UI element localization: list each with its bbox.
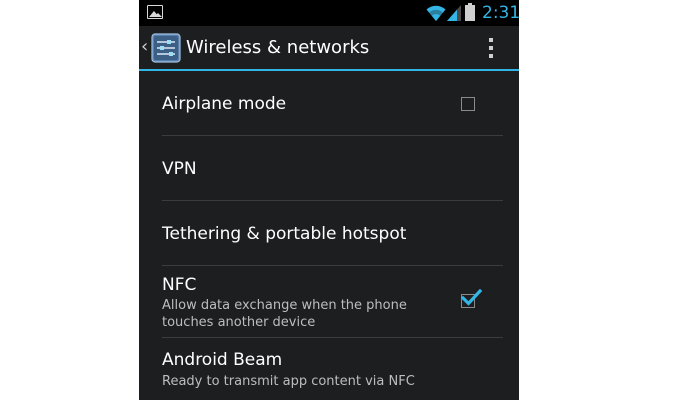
setting-title: NFC (162, 275, 197, 295)
airplane-mode-checkbox[interactable] (461, 97, 475, 111)
setting-tethering-hotspot[interactable]: Tethering & portable hotspot (162, 201, 503, 266)
setting-title: Tethering & portable hotspot (162, 224, 407, 244)
setting-summary: Allow data exchange when the phone touch… (162, 298, 407, 330)
page-title: Wireless & networks (186, 37, 370, 58)
setting-title: Airplane mode (162, 94, 287, 114)
phone-screen: 2:31 ‹ Wireless & networks Airplane mode (139, 0, 519, 400)
signal-icon (447, 5, 461, 21)
setting-nfc[interactable]: NFC Allow data exchange when the phone t… (162, 266, 503, 338)
nfc-checkbox[interactable] (460, 289, 482, 308)
gallery-icon (147, 5, 163, 19)
setting-title: Android Beam (162, 350, 283, 370)
status-clock: 2:31 (482, 3, 519, 23)
action-bar: ‹ Wireless & networks (139, 26, 519, 71)
checkmark-icon (460, 289, 482, 306)
overflow-menu-icon[interactable] (483, 36, 499, 60)
setting-airplane-mode[interactable]: Airplane mode (162, 71, 503, 136)
setting-vpn[interactable]: VPN (162, 136, 503, 201)
battery-icon (465, 3, 475, 21)
settings-app-icon[interactable] (151, 33, 181, 63)
setting-summary: Ready to transmit app content via NFC (162, 374, 415, 389)
wifi-icon (426, 5, 446, 21)
status-bar: 2:31 (139, 0, 519, 26)
back-chevron-icon[interactable]: ‹ (141, 36, 151, 58)
setting-title: VPN (162, 159, 197, 179)
setting-android-beam[interactable]: Android Beam Ready to transmit app conte… (162, 338, 503, 400)
